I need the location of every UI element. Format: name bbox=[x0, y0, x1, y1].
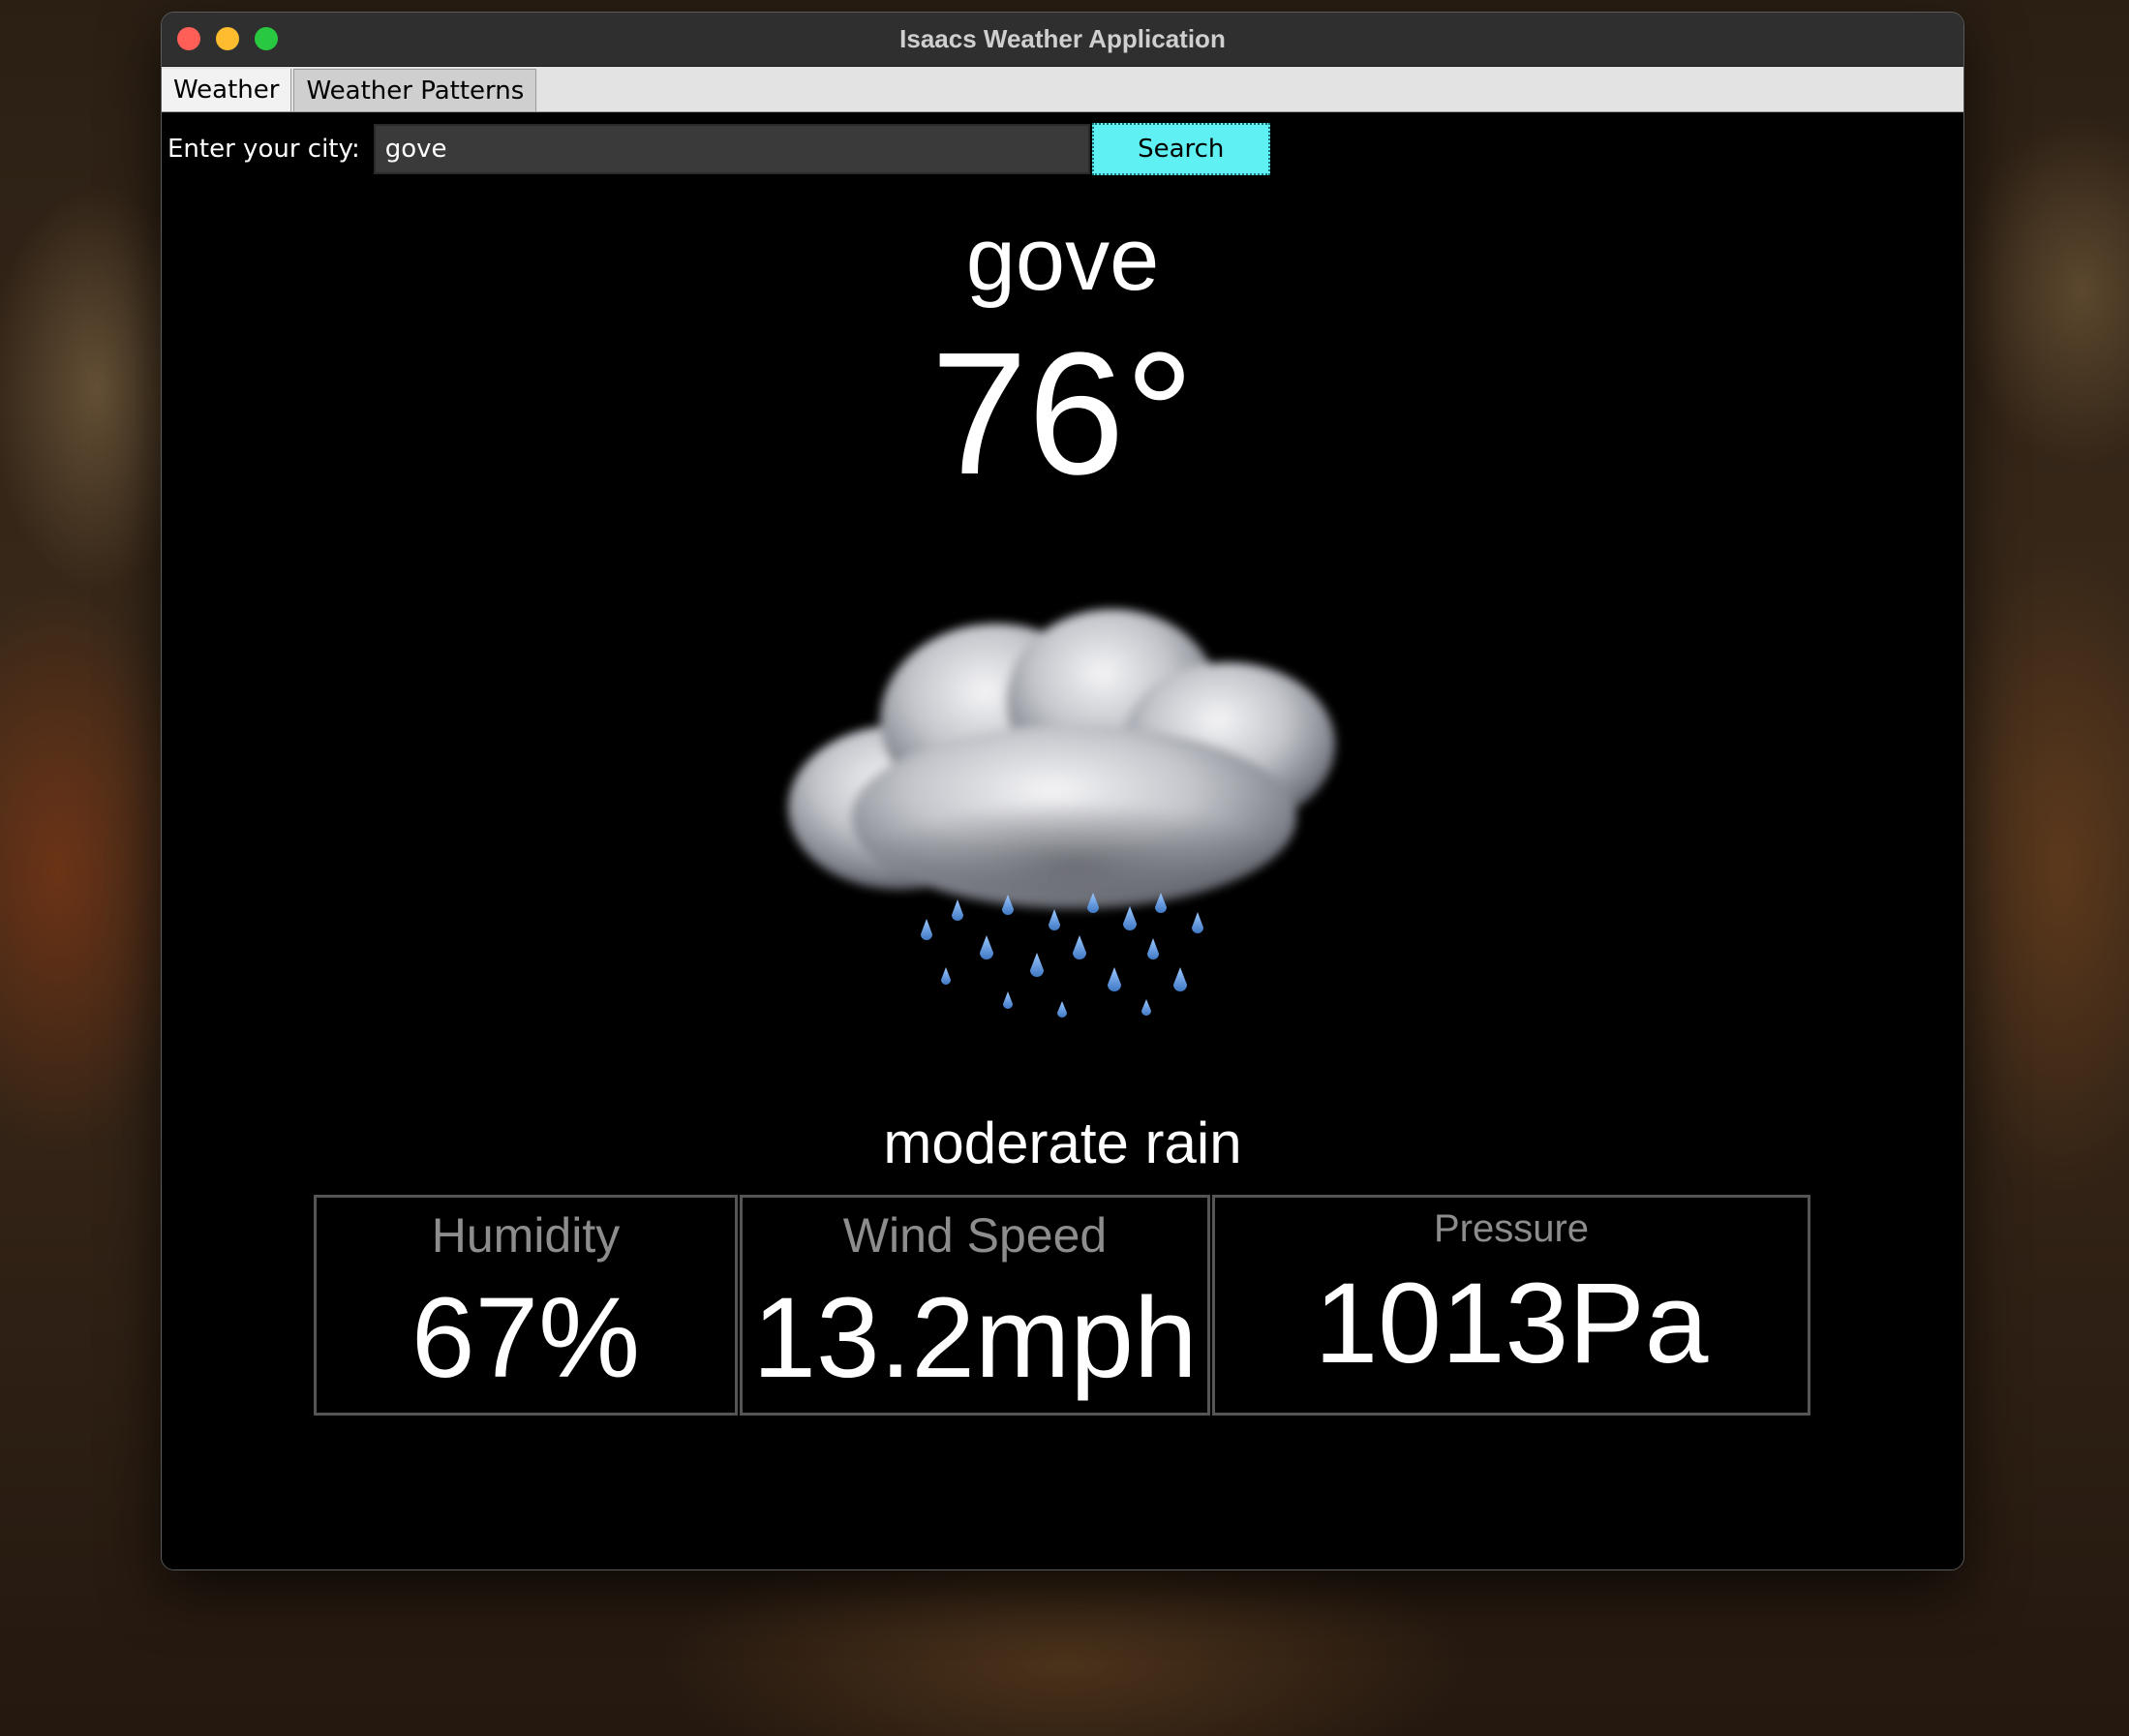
city-name: gove bbox=[965, 210, 1160, 309]
humidity-box: Humidity 67% bbox=[314, 1195, 738, 1416]
tab-bar: Weather Weather Patterns bbox=[162, 67, 1963, 112]
search-row: Enter your city: Search bbox=[167, 122, 1270, 176]
title-bar: Isaacs Weather Application bbox=[162, 13, 1963, 67]
cloud-rain-icon bbox=[788, 609, 1335, 1018]
wind-speed-box: Wind Speed 13.2mph bbox=[740, 1195, 1210, 1416]
tab-weather[interactable]: Weather bbox=[162, 69, 292, 111]
temperature: 76° bbox=[930, 317, 1195, 511]
search-button[interactable]: Search bbox=[1091, 123, 1270, 175]
city-label: Enter your city: bbox=[167, 135, 360, 164]
stats-row: Humidity 67% Wind Speed 13.2mph Pressure… bbox=[314, 1195, 1812, 1416]
app-window: Isaacs Weather Application Weather Weath… bbox=[161, 12, 1964, 1570]
wind-speed-label: Wind Speed bbox=[842, 1208, 1108, 1263]
weather-panel: Enter your city: Search gove 76° bbox=[162, 112, 1963, 1569]
pressure-value: 1013Pa bbox=[1314, 1260, 1709, 1387]
weather-condition: moderate rain bbox=[883, 1111, 1242, 1175]
window-title: Isaacs Weather Application bbox=[899, 24, 1226, 53]
city-input[interactable] bbox=[373, 124, 1090, 174]
wind-speed-value: 13.2mph bbox=[752, 1274, 1198, 1402]
tab-weather-patterns[interactable]: Weather Patterns bbox=[293, 69, 537, 111]
humidity-value: 67% bbox=[411, 1274, 641, 1402]
pressure-box: Pressure 1013Pa bbox=[1212, 1195, 1810, 1416]
pressure-label: Pressure bbox=[1433, 1207, 1590, 1250]
humidity-label: Humidity bbox=[431, 1208, 621, 1263]
